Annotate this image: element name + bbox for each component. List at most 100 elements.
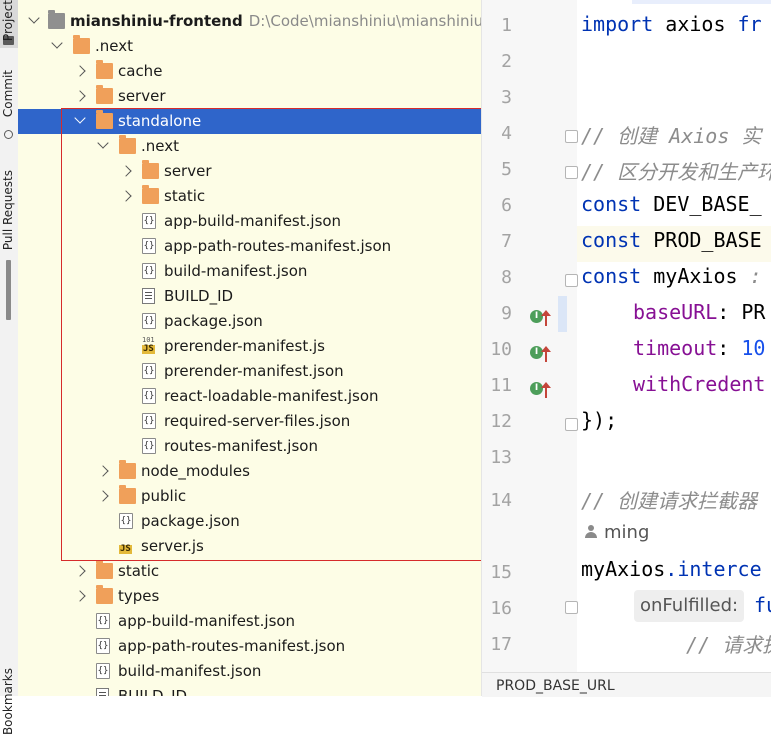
- code-line[interactable]: fu: [754, 593, 771, 617]
- arrow-up-icon[interactable]: [541, 310, 551, 326]
- tree-folder-row[interactable]: server: [18, 84, 481, 109]
- line-number: 1: [501, 15, 512, 36]
- tree-file-row[interactable]: {} app-path-routes-manifest.json: [18, 234, 481, 259]
- chevron-right-icon[interactable]: [120, 165, 132, 177]
- chevron-down-icon[interactable]: [97, 137, 109, 149]
- fold-marker-icon[interactable]: [565, 601, 578, 614]
- tree-file-row[interactable]: BUILD_ID: [18, 284, 481, 309]
- code-line[interactable]: import axios fr: [581, 12, 762, 36]
- chevron-right-icon[interactable]: [74, 565, 86, 577]
- text-file-icon: [142, 288, 155, 304]
- fold-marker-icon[interactable]: [565, 166, 578, 179]
- code-token: const: [581, 228, 654, 252]
- tree-file-row[interactable]: {} build-manifest.json: [18, 259, 481, 284]
- chevron-right-icon[interactable]: [97, 490, 109, 502]
- code-line[interactable]: withCredent: [633, 372, 765, 396]
- chevron-down-icon[interactable]: [74, 112, 86, 124]
- commit-tab[interactable]: Commit: [1, 70, 15, 117]
- tree-file-row[interactable]: {} prerender-manifest.json: [18, 359, 481, 384]
- tree-folder-row[interactable]: types: [18, 584, 481, 609]
- left-tool-strip: Project Commit Pull Requests Bookmarks: [0, 0, 19, 735]
- code-line[interactable]: // 区分开发和生产环: [581, 156, 771, 185]
- tree-folder-row[interactable]: public: [18, 484, 481, 509]
- fold-marker-icon[interactable]: [565, 274, 578, 287]
- code-editor[interactable]: 1 import axios fr 2 3 4 // 创建 Axios 实 5 // 区分开发…: [481, 0, 771, 697]
- line-number: 11: [490, 375, 512, 396]
- breadcrumb-item[interactable]: PROD_BASE_URL: [496, 678, 615, 694]
- tree-file-row[interactable]: BUILD_ID: [18, 684, 481, 696]
- chevron-right-icon[interactable]: [74, 90, 86, 102]
- commit-icon: [4, 130, 13, 139]
- editor-breadcrumb[interactable]: PROD_BASE_URL: [482, 672, 771, 697]
- tree-item-label: server: [118, 87, 166, 105]
- code-line[interactable]: const myAxios :: [581, 264, 771, 288]
- code-line[interactable]: // 请求执: [686, 629, 771, 658]
- json-file-icon: {}: [142, 263, 156, 279]
- tree-item-label: app-build-manifest.json: [164, 212, 342, 230]
- tree-file-row[interactable]: 101 JS prerender-manifest.js: [18, 334, 481, 359]
- chevron-right-icon[interactable]: [74, 65, 86, 77]
- code-line[interactable]: timeout: 10: [633, 336, 765, 360]
- tree-file-row[interactable]: {} app-build-manifest.json: [18, 609, 481, 634]
- code-author-hint[interactable]: ming: [584, 522, 649, 543]
- tree-folder-row[interactable]: .next: [18, 34, 481, 59]
- folder-icon: [142, 160, 159, 179]
- tree-file-row[interactable]: {} app-path-routes-manifest.json: [18, 634, 481, 659]
- tree-folder-row[interactable]: cache: [18, 59, 481, 84]
- code-line[interactable]: });: [581, 408, 617, 432]
- tree-item-label: standalone: [118, 112, 202, 130]
- author-name: ming: [604, 522, 650, 543]
- json-file-icon: {}: [142, 238, 156, 254]
- chevron-down-icon[interactable]: [51, 37, 63, 49]
- code-token: myAxios: [653, 264, 738, 288]
- project-tree-panel[interactable]: mianshiniu-frontend D:\Code\mianshiniu\mi…: [18, 0, 481, 696]
- pull-requests-tab[interactable]: Pull Requests: [1, 170, 15, 250]
- code-token: .interce: [665, 557, 762, 581]
- tree-file-row[interactable]: {} required-server-files.json: [18, 409, 481, 434]
- fold-marker-icon[interactable]: [565, 418, 578, 431]
- tree-file-row[interactable]: {} build-manifest.json: [18, 659, 481, 684]
- tree-file-row[interactable]: JS server.js: [18, 534, 481, 559]
- line-number: 14: [490, 490, 512, 511]
- arrow-up-icon[interactable]: [541, 382, 551, 398]
- tree-file-row[interactable]: {} package.json: [18, 309, 481, 334]
- chevron-down-icon[interactable]: [28, 12, 40, 24]
- tree-folder-row[interactable]: .next: [18, 134, 481, 159]
- code-line[interactable]: baseURL: PR: [633, 300, 765, 324]
- tree-file-row[interactable]: {} app-build-manifest.json: [18, 209, 481, 234]
- code-token: // 创建 Axios 实: [581, 124, 762, 148]
- tree-folder-row[interactable]: node_modules: [18, 459, 481, 484]
- arrow-up-icon[interactable]: [541, 346, 551, 362]
- project-tab[interactable]: Project: [1, 0, 15, 41]
- tree-folder-row[interactable]: server: [18, 159, 481, 184]
- tree-item-label: public: [141, 487, 187, 505]
- code-line[interactable]: const PROD_BASE: [581, 228, 762, 252]
- code-token: const: [581, 264, 654, 288]
- fold-marker-icon[interactable]: [565, 130, 578, 143]
- tree-file-row[interactable]: {} react-loadable-manifest.json: [18, 384, 481, 409]
- chevron-right-icon[interactable]: [120, 190, 132, 202]
- tree-item-label: static: [164, 187, 206, 205]
- tree-item-label: react-loadable-manifest.json: [164, 387, 379, 405]
- tree-item-label: BUILD_ID: [118, 687, 188, 696]
- folder-icon: [119, 460, 136, 479]
- chevron-right-icon[interactable]: [97, 465, 109, 477]
- tree-folder-row[interactable]: standalone: [18, 109, 481, 134]
- chevron-right-icon[interactable]: [74, 590, 86, 602]
- code-token: :: [737, 264, 771, 288]
- code-line[interactable]: // 创建请求拦截器: [581, 485, 757, 514]
- tree-item-label: server.js: [141, 537, 204, 555]
- code-line[interactable]: myAxios.interce: [581, 557, 762, 581]
- tree-file-row[interactable]: {} routes-manifest.json: [18, 434, 481, 459]
- tree-root-row[interactable]: mianshiniu-frontend D:\Code\mianshiniu\mi…: [18, 9, 481, 34]
- code-line[interactable]: const DEV_BASE_: [581, 192, 762, 216]
- tree-folder-row[interactable]: static: [18, 184, 481, 209]
- tree-item-label: node_modules: [141, 462, 250, 480]
- tree-folder-row[interactable]: static: [18, 559, 481, 584]
- tree-file-row[interactable]: {} package.json: [18, 509, 481, 534]
- bookmarks-tab[interactable]: Bookmarks: [1, 668, 15, 735]
- tree-item-label: types: [118, 587, 160, 605]
- line-number: 15: [490, 562, 512, 583]
- tree-item-label: build-manifest.json: [164, 262, 308, 280]
- code-line[interactable]: // 创建 Axios 实: [581, 120, 761, 149]
